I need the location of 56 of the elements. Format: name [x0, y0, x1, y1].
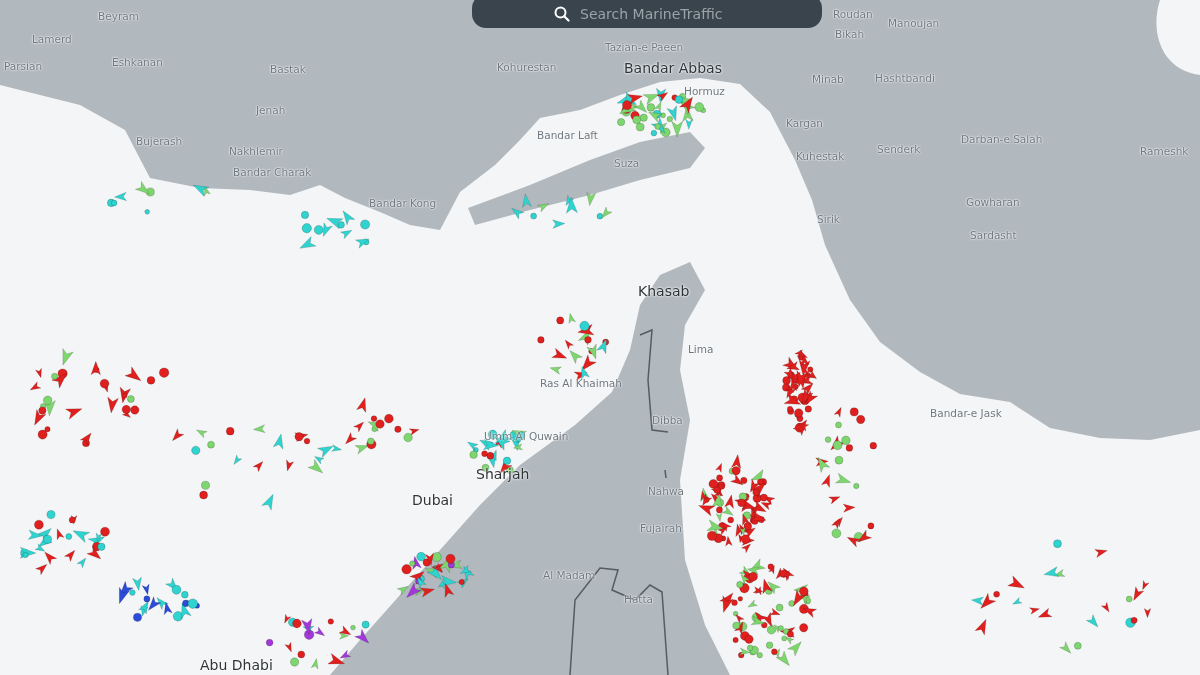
- place-label: Bandar Kong: [369, 197, 437, 210]
- place-label: Tazian-e Paeen: [605, 41, 684, 54]
- place-label: Sharjah: [476, 466, 530, 483]
- place-label: Parsian: [4, 60, 43, 73]
- place-label: Bandar-e Jask: [930, 407, 1002, 420]
- place-label: Hormuz: [684, 85, 725, 98]
- place-label: Lamerd: [32, 33, 72, 46]
- vessel-cluster-drawing[interactable]: [396, 552, 475, 598]
- vessel-cluster-drawing[interactable]: [345, 397, 420, 455]
- place-label: Abu Dhabi: [200, 657, 273, 674]
- place-label: Kohurestan: [497, 61, 557, 74]
- place-label: Al Madam: [543, 569, 596, 582]
- place-label: Kargan: [786, 117, 824, 130]
- place-label: Minab: [812, 73, 844, 86]
- place-label: Bikah: [835, 28, 865, 41]
- vessel-cluster-drawing[interactable]: [719, 558, 817, 666]
- search-bar[interactable]: Search MarineTraffic: [472, 0, 822, 28]
- place-label: Bandar Abbas: [624, 60, 722, 77]
- place-label: Dibba: [652, 414, 683, 427]
- place-label: Darban-e Salah: [961, 133, 1043, 146]
- place-label: Ras Al Khaimah: [540, 377, 622, 390]
- place-label: Sardasht: [970, 229, 1017, 242]
- place-label: Roudan: [833, 8, 873, 21]
- place-label: Nakhlemir: [229, 145, 283, 158]
- place-label: Kuhestak: [796, 150, 845, 163]
- place-label: Senderk: [877, 143, 921, 156]
- vessel-cluster-drawing[interactable]: [29, 348, 170, 448]
- search-icon: [554, 6, 570, 22]
- place-label: Bandar Charak: [233, 166, 312, 179]
- place-label: Eshkanan: [112, 56, 163, 69]
- place-label: Lima: [688, 343, 714, 356]
- place-label: Manoujan: [888, 17, 940, 30]
- vessel-cluster-drawing[interactable]: [172, 424, 342, 511]
- place-label: Sirik: [817, 213, 840, 226]
- search-field[interactable]: Search MarineTraffic: [580, 6, 740, 22]
- vessel-cluster-drawing[interactable]: [971, 539, 1152, 654]
- vessel-cluster-drawing[interactable]: [537, 313, 610, 381]
- place-label: Khasab: [638, 283, 690, 300]
- place-label: Fujairah: [640, 522, 682, 535]
- place-label: Hatta: [624, 593, 653, 606]
- map-view[interactable]: [0, 0, 1200, 675]
- place-label: Gowharan: [966, 196, 1020, 209]
- vessel-cluster-drawing[interactable]: [815, 407, 877, 548]
- place-label: Jenah: [256, 104, 286, 117]
- place-label: Bastak: [270, 63, 306, 76]
- vessel-cluster-drawing[interactable]: [782, 349, 818, 436]
- vessel-cluster-drawing[interactable]: [698, 454, 776, 554]
- vessel-cluster-drawing[interactable]: [19, 510, 110, 576]
- place-label: Bujerash: [136, 135, 183, 148]
- place-label: Suza: [614, 157, 640, 170]
- place-label: Hashtbandi: [875, 72, 935, 85]
- place-label: Dubai: [412, 492, 453, 509]
- place-label: Bandar Laft: [537, 129, 598, 142]
- place-label: Rameshk: [1140, 145, 1189, 158]
- vessel-cluster-drawing[interactable]: [119, 576, 200, 622]
- place-label: Beyram: [98, 10, 139, 23]
